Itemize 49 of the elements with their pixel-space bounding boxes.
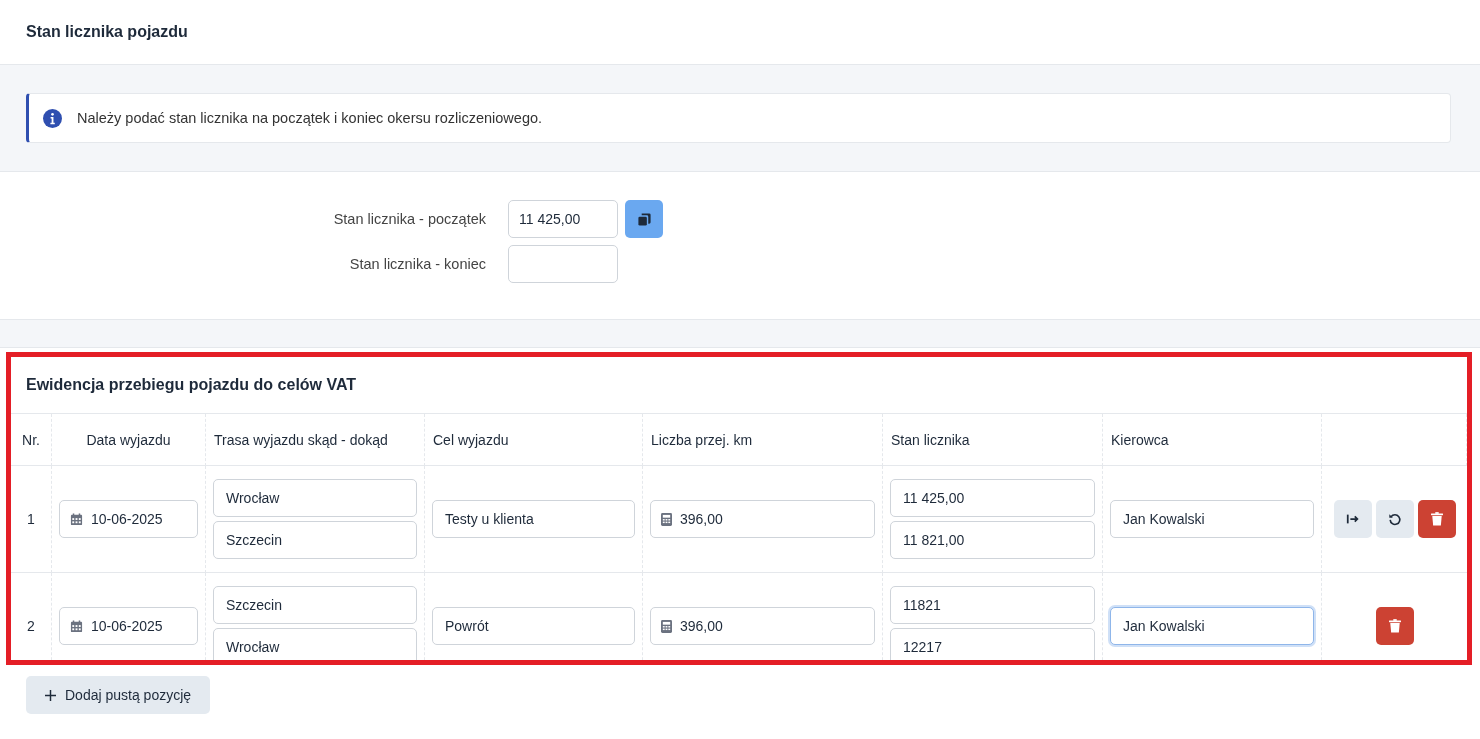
delete-button[interactable]	[1375, 607, 1414, 645]
undo-icon	[1387, 512, 1402, 526]
calculator-icon	[661, 512, 672, 526]
arrow-to-right-icon	[1345, 512, 1360, 526]
distance-input[interactable]: 396,00	[650, 607, 875, 645]
column-header: Liczba przej. km	[651, 431, 753, 448]
route-to-input[interactable]: Szczecin	[213, 521, 417, 559]
info-icon	[43, 108, 62, 128]
calendar-icon	[70, 619, 83, 633]
field-label: Stan licznika - koniec	[348, 256, 486, 272]
column-header: Stan licznika	[891, 431, 970, 448]
alert-text: Należy podać stan licznika na początek i koniec okersu rozliczeniowego.	[77, 110, 543, 126]
route-to-input[interactable]: Wrocław	[213, 628, 417, 660]
column-header: Kierowca	[1111, 431, 1169, 448]
delete-button[interactable]	[1417, 500, 1456, 538]
trash-icon	[1430, 512, 1443, 526]
copy-icon	[636, 211, 652, 227]
row-number: 1	[27, 511, 35, 527]
copy-button[interactable]	[625, 200, 663, 238]
transfer-button[interactable]	[1333, 500, 1372, 538]
odometer-input[interactable]	[508, 245, 618, 283]
reset-button[interactable]	[1375, 500, 1414, 538]
field-label: Stan licznika - początek	[332, 211, 486, 227]
purpose-input[interactable]: Testy u klienta	[432, 500, 635, 538]
trash-icon	[1388, 619, 1401, 633]
driver-input[interactable]: Jan Kowalski	[1110, 500, 1314, 538]
column-header: Trasa wyjazdu skąd - dokąd	[214, 431, 388, 448]
odometer-end-input[interactable]: 11 821,00	[890, 521, 1095, 559]
route-from-input[interactable]: Szczecin	[213, 586, 417, 624]
section-title: Ewidencja przebiegu pojazdu do celów VAT	[26, 376, 357, 394]
route-from-input[interactable]: Wrocław	[213, 479, 417, 517]
column-header: Nr.	[22, 431, 40, 448]
distance-input[interactable]: 396,00	[650, 500, 875, 538]
odometer-end-input[interactable]: 12217	[890, 628, 1095, 660]
odometer-start-input[interactable]: 11 425,00	[890, 479, 1095, 517]
purpose-input[interactable]: Powrót	[432, 607, 635, 645]
row-number: 2	[27, 618, 35, 634]
calendar-icon	[70, 512, 83, 526]
odometer-start-input[interactable]: 11821	[890, 586, 1095, 624]
add-row-button[interactable]: Dodaj pustą pozycję	[26, 676, 211, 714]
column-header: Cel wyjazdu	[433, 431, 509, 448]
plus-icon	[45, 689, 56, 701]
date-input[interactable]: 10-06-2025	[59, 500, 198, 538]
driver-input[interactable]: Jan Kowalski	[1110, 607, 1314, 645]
page-title: Stan licznika pojazdu	[26, 23, 188, 41]
odometer-input[interactable]: 11 425,00	[508, 200, 618, 238]
date-input[interactable]: 10-06-2025	[59, 607, 198, 645]
calculator-icon	[661, 619, 672, 633]
column-header: Data wyjazdu	[86, 431, 171, 448]
